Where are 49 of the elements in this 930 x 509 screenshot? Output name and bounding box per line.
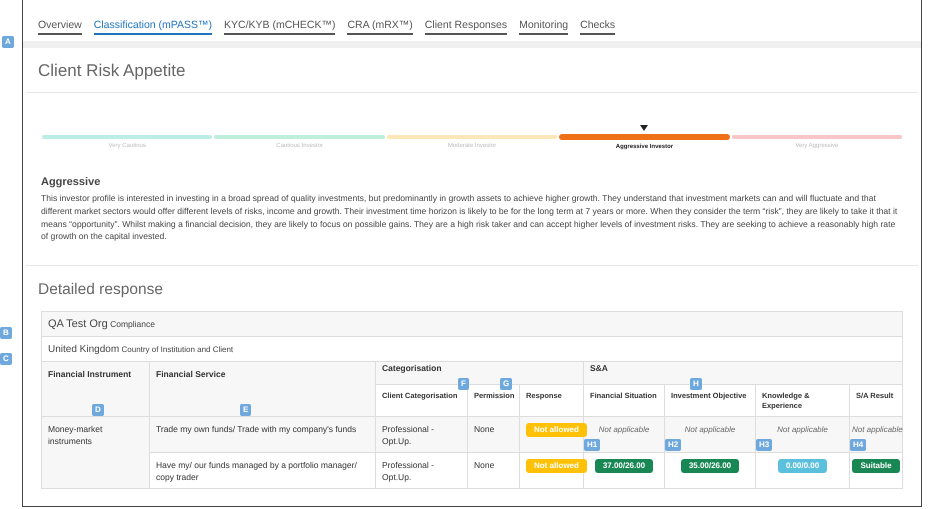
status-badge: 35.00/26.00 [680, 459, 740, 474]
instrument-name: Money-market instruments [48, 424, 102, 446]
callout-marker: H1 [584, 439, 600, 451]
nav-tab[interactable]: Classification (mPASS™) [94, 18, 212, 35]
country-name: United Kingdom [48, 344, 120, 355]
callout-marker: G [500, 378, 512, 390]
column-header: Financial Instrument [48, 369, 132, 380]
cell-text: Not applicable [777, 425, 828, 434]
callout-marker: H2 [665, 439, 682, 451]
column-header: Financial Service [156, 369, 226, 380]
nav-tab[interactable]: Monitoring [519, 18, 568, 35]
country-label: Country of Institution and Client [122, 344, 234, 354]
org-role: Compliance [110, 319, 155, 330]
callout-marker: D [92, 404, 104, 416]
categorisation-value: Professional - Opt.Up. [382, 460, 434, 482]
status-badge: 37.00/26.00 [594, 459, 654, 474]
group-header: S&A [590, 363, 608, 374]
callout-marker: C [0, 353, 12, 365]
status-badge: Suitable [852, 459, 900, 474]
org-name: QA Test Org [48, 318, 108, 330]
callout-marker: H [690, 378, 702, 390]
callout-marker: E [240, 404, 252, 416]
service-name: Have my/ our funds managed by a portfolio manager/ copy trader [156, 460, 357, 482]
permission-value: None [474, 460, 494, 470]
pointer-icon [640, 124, 648, 130]
nav-tab[interactable]: Client Responses [424, 18, 508, 35]
permission-value: None [474, 424, 494, 434]
nav-tab[interactable]: CRA (mRX™) [347, 18, 413, 35]
section-title: Detailed response [38, 280, 164, 300]
profile-title: Aggressive [41, 174, 102, 190]
callout-marker: B [0, 327, 12, 339]
section-title: Client Risk Appetite [38, 60, 186, 82]
callout-marker: F [458, 378, 469, 390]
status-badge: Not allowed [526, 423, 587, 438]
callout-marker: A [2, 36, 14, 48]
categorisation-value: Professional - Opt.Up. [382, 424, 434, 446]
cell-text: Not applicable [684, 425, 736, 434]
profile-description: This investor profile is interested in investing in a broad spread of quality investments, but predominantly in growth assets to achieve higher growth. They understand that investment markets can and will fluctuate and that different market sectors would offer different levels of risks, income and growth. Their investment time horizon is likely to be for the long term at 7 years or more. When they consider the term “risk”, they are likely to take it that it means “opportunity”. Whilst making a financial decision, they are likely to focus on possible gains. They are a high risk taker and can accept higher levels of investment risks. They are seeking to achieve a reasonably high rate of growth on the capital invested. [41, 192, 898, 244]
service-name: Trade my own funds/ Trade with my company's funds [156, 424, 356, 434]
callout-marker: H3 [756, 439, 772, 451]
cell-text: Not applicable [852, 425, 903, 434]
status-badge: Not allowed [526, 459, 587, 474]
group-header: Categorisation [382, 363, 442, 374]
nav-tab[interactable]: Checks [580, 18, 616, 35]
status-badge: 0.00/0.00 [778, 459, 828, 474]
cell-text: Not applicable [598, 425, 650, 434]
nav-tab[interactable]: Overview [38, 18, 82, 35]
callout-marker: H4 [850, 439, 866, 451]
nav-tab[interactable]: KYC/KYB (mCHECK™) [224, 18, 336, 35]
